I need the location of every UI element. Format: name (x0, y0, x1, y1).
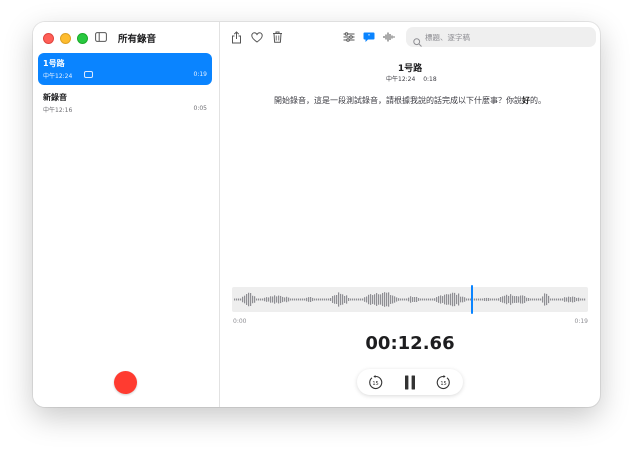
voice-memos-window: 所有錄音 1号路 中午12:24 0:19 新錄音 中午12:16 0:05 "… (33, 22, 600, 407)
sidebar-toggle-button[interactable] (90, 29, 112, 45)
recording-duration: 0:19 (193, 71, 207, 78)
view-toggle: " (340, 27, 400, 47)
recording-title: 1号路 (397, 64, 423, 74)
waveform-view-button[interactable] (380, 29, 398, 45)
skip-forward-icon: 15 (436, 374, 450, 389)
search-field[interactable] (406, 27, 596, 47)
timeline-start-label: 0:00 (233, 318, 247, 325)
recording-date: 中午12:24 (386, 76, 416, 83)
sidebar-icon (95, 32, 107, 42)
delete-button[interactable] (268, 29, 286, 45)
pause-icon (405, 375, 415, 389)
recording-detail: " 1号 (220, 22, 600, 407)
share-button[interactable] (227, 29, 245, 45)
favorite-button[interactable] (248, 29, 266, 45)
waveform-scrubber[interactable] (232, 285, 588, 314)
waveform-icon (383, 32, 395, 42)
close-button[interactable] (43, 33, 54, 44)
skip-back-label: 15 (372, 381, 378, 387)
record-button[interactable] (114, 371, 137, 394)
recording-name: 1号路 (43, 59, 65, 68)
transcript-text: 開始錄音，這是一段測試錄音，請根據我說的話完成以下什麼事？你說好的。 (220, 95, 600, 106)
skip-forward-button[interactable]: 15 (435, 374, 451, 390)
edit-settings-button[interactable] (340, 29, 358, 45)
skip-back-icon: 15 (368, 374, 382, 389)
recording-item[interactable]: 新錄音 中午12:16 0:05 (38, 87, 212, 119)
heart-icon (251, 31, 263, 43)
playhead[interactable] (470, 285, 474, 314)
recording-duration: 0:05 (193, 105, 207, 112)
recording-time: 中午12:16 (43, 107, 73, 114)
transcript-highlight: 好 (522, 96, 530, 105)
skip-forward-label: 15 (440, 381, 446, 387)
recording-item[interactable]: 1号路 中午12:24 0:19 (38, 53, 212, 85)
svg-text:": " (368, 33, 370, 39)
zoom-button[interactable] (77, 33, 88, 44)
sidebar: 所有錄音 1号路 中午12:24 0:19 新錄音 中午12:16 0:05 (33, 22, 220, 407)
share-icon (231, 30, 241, 43)
transcript-button[interactable]: " (360, 29, 378, 45)
pause-button[interactable] (402, 374, 418, 390)
transcript-prefix: 開始錄音，這是一段測試錄音，請根據我說的話完成以下什麼事？你說 (274, 96, 522, 105)
minimize-button[interactable] (60, 33, 71, 44)
sidebar-title: 所有錄音 (118, 34, 157, 45)
transcript-suffix: 的。 (530, 96, 546, 105)
skip-back-button[interactable]: 15 (367, 374, 383, 390)
timeline-end-label: 0:19 (574, 318, 588, 325)
playback-controls: 15 15 (357, 369, 463, 395)
search-input[interactable] (425, 27, 585, 47)
window-controls (43, 33, 88, 44)
sliders-icon (343, 32, 355, 42)
current-time-display: 00:12.66 (365, 333, 455, 354)
transcript-icon: " (363, 32, 375, 42)
search-icon (413, 32, 422, 51)
recording-length: 0:18 (423, 76, 437, 83)
trash-icon (272, 31, 282, 43)
recording-name: 新錄音 (43, 93, 67, 102)
transcript-badge-icon (84, 71, 93, 78)
recording-time: 中午12:24 (43, 73, 73, 80)
waveform-graphic (234, 292, 586, 307)
recording-meta: 中午12:24 0:18 (386, 74, 443, 83)
